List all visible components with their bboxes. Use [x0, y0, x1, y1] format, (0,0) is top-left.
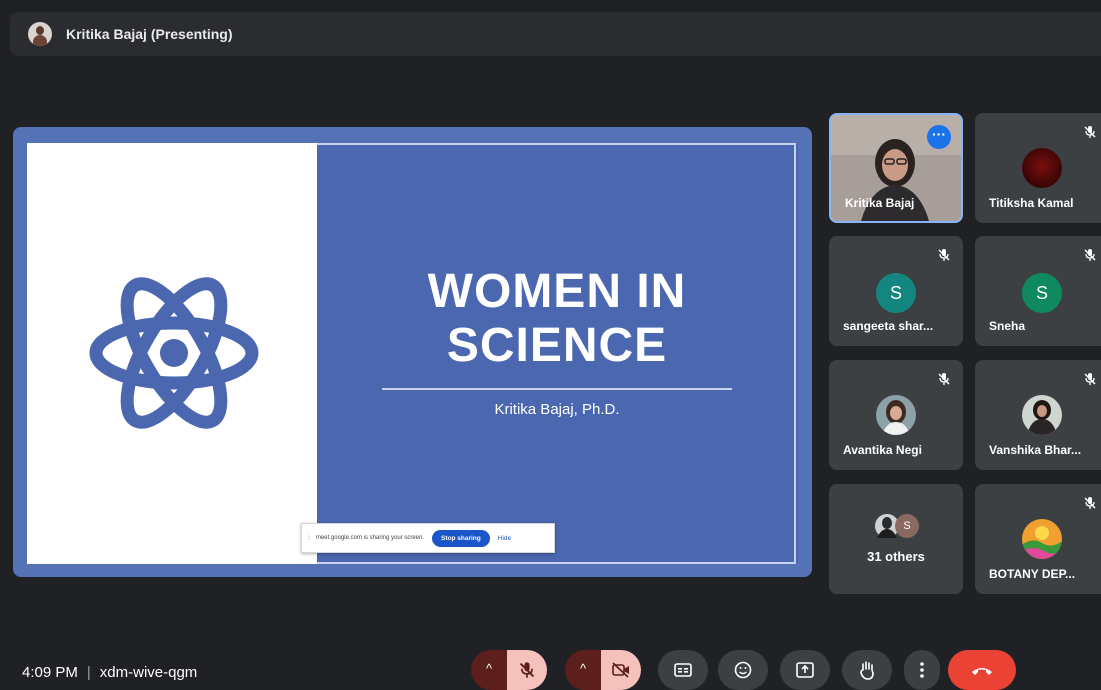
present-icon [796, 662, 814, 678]
camera-toggle-button[interactable] [601, 650, 641, 690]
raise-hand-icon [860, 661, 874, 680]
avatar [876, 395, 916, 435]
atom-icon [89, 277, 259, 429]
camera-options-chevron-icon[interactable]: ^ [565, 650, 601, 690]
mic-off-icon [938, 373, 950, 385]
slide-title-line2: SCIENCE [446, 319, 668, 372]
slide: WOMEN IN SCIENCE Kritika Bajaj, Ph.D. ⁞ … [27, 143, 798, 564]
avatar: S [1022, 273, 1062, 313]
camera-off-icon [612, 662, 629, 678]
camera-control-group: ^ [565, 650, 641, 690]
meeting-code: xdm-wive-qgm [99, 664, 198, 681]
mic-options-chevron-icon[interactable]: ^ [471, 650, 507, 690]
screen-share-notice: ⁞ meet.google.com is sharing your screen… [301, 523, 555, 553]
mic-off-icon [1084, 249, 1096, 261]
slide-title-line1: WOMEN IN [427, 265, 687, 318]
separator: | [86, 664, 91, 681]
more-options-icon [920, 662, 924, 678]
group-avatar-letter: S [903, 520, 911, 532]
slide-divider [382, 388, 732, 390]
end-call-icon [972, 668, 992, 675]
captions-button[interactable] [658, 650, 708, 690]
avatar [1022, 148, 1062, 188]
emoji-button[interactable] [718, 650, 768, 690]
avatar [1022, 519, 1062, 559]
participant-tile-botany[interactable]: BOTANY DEP... [975, 484, 1101, 594]
slide-white-panel [27, 143, 317, 564]
drag-handle-icon[interactable]: ⁞ [308, 535, 310, 542]
participant-tile-kritika[interactable]: ··· Kritika Bajaj [829, 113, 963, 223]
presenter-avatar [28, 22, 52, 46]
participant-tile-sneha[interactable]: S Sneha [975, 236, 1101, 346]
mic-off-icon [1084, 373, 1096, 385]
participant-name: Sneha [989, 319, 1026, 333]
mic-off-icon [1084, 497, 1096, 509]
mic-off-icon [519, 662, 535, 678]
end-call-button[interactable] [948, 650, 1016, 690]
avatar: S [876, 273, 916, 313]
mic-off-icon [1084, 126, 1096, 138]
mic-toggle-button[interactable] [507, 650, 547, 690]
presenter-bar: Kritika Bajaj (Presenting) [10, 12, 1101, 56]
presentation-stage[interactable]: WOMEN IN SCIENCE Kritika Bajaj, Ph.D. ⁞ … [13, 127, 812, 577]
mic-control-group: ^ [471, 650, 547, 690]
participant-tile-titiksha[interactable]: Titiksha Kamal [975, 113, 1101, 223]
slide-title: WOMEN IN SCIENCE [377, 265, 737, 373]
share-notice-text: meet.google.com is sharing your screen. [315, 535, 425, 541]
clock-time: 4:09 PM [22, 664, 78, 681]
participant-name: Avantika Negi [843, 443, 922, 457]
participant-name: Kritika Bajaj [845, 196, 915, 210]
participant-name: Vanshika Bhar... [989, 443, 1082, 457]
more-options-icon[interactable]: ··· [927, 125, 951, 149]
participant-name: Titiksha Kamal [989, 196, 1074, 210]
stop-sharing-button[interactable]: Stop sharing [432, 529, 490, 547]
participant-tile-sangeeta[interactable]: S sangeeta shar... [829, 236, 963, 346]
more-options-button[interactable] [904, 650, 940, 690]
others-count: 31 others [867, 549, 925, 564]
participant-name: sangeeta shar... [843, 319, 934, 333]
meeting-info: 4:09 PM | xdm-wive-qgm [22, 664, 197, 681]
participant-tile-avantika[interactable]: Avantika Negi [829, 360, 963, 470]
participant-name: BOTANY DEP... [989, 567, 1076, 581]
present-button[interactable] [780, 650, 830, 690]
slide-subtitle: Kritika Bajaj, Ph.D. [494, 401, 620, 418]
captions-icon [674, 663, 692, 677]
emoji-icon [734, 661, 752, 679]
mic-off-icon [938, 249, 950, 261]
hide-button[interactable]: Hide [498, 535, 511, 542]
avatar [1022, 395, 1062, 435]
participant-tile-others[interactable]: S 31 others [829, 484, 963, 594]
presenter-label: Kritika Bajaj (Presenting) [66, 26, 233, 42]
raise-hand-button[interactable] [842, 650, 892, 690]
participant-tile-vanshika[interactable]: Vanshika Bhar... [975, 360, 1101, 470]
